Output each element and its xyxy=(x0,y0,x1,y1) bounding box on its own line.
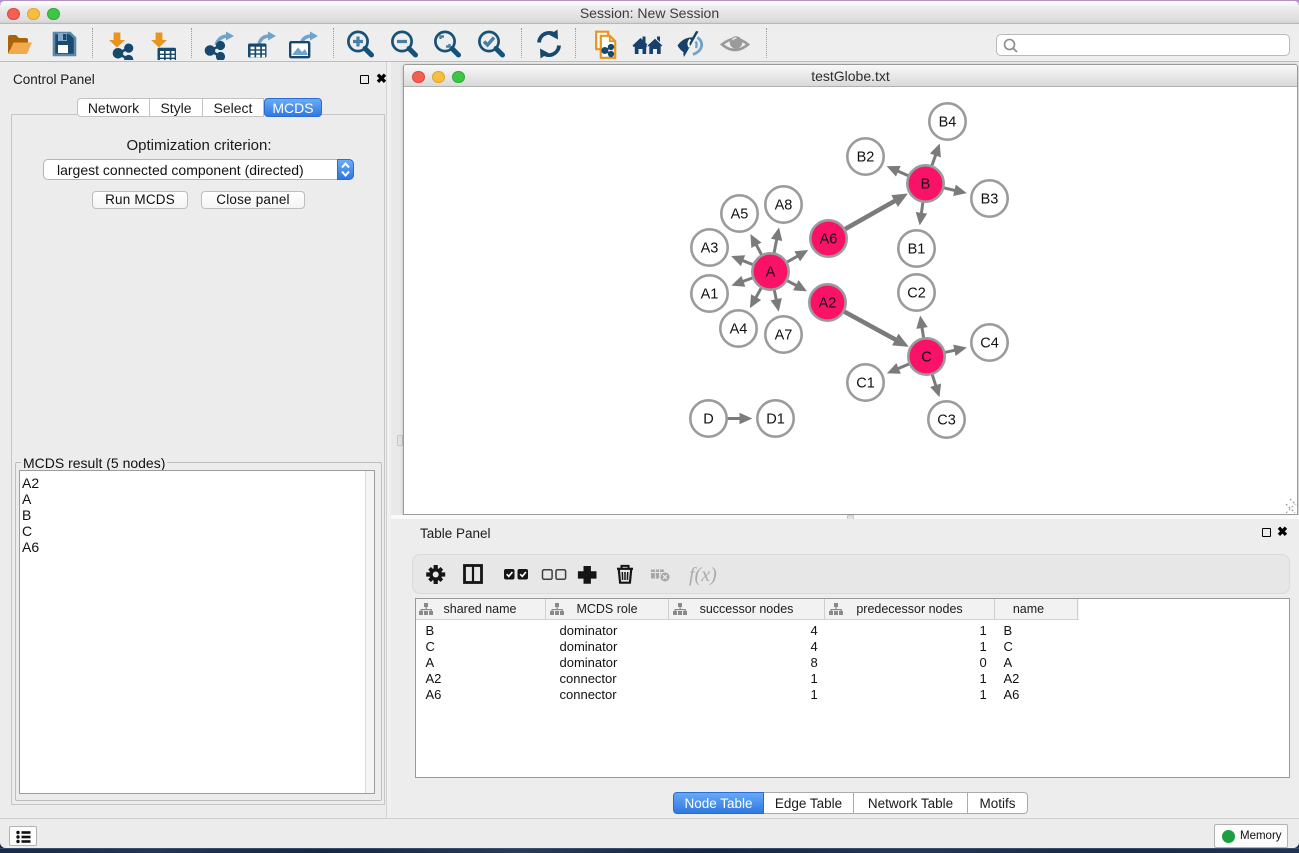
svg-text:B2: B2 xyxy=(857,150,875,166)
svg-text:D1: D1 xyxy=(766,412,785,428)
svg-text:C4: C4 xyxy=(980,336,999,352)
svg-text:B4: B4 xyxy=(939,115,957,131)
svg-text:A3: A3 xyxy=(701,241,719,257)
svg-text:C: C xyxy=(921,350,931,366)
svg-text:A5: A5 xyxy=(731,207,749,223)
svg-text:A4: A4 xyxy=(730,322,748,338)
svg-text:A8: A8 xyxy=(775,198,793,214)
svg-text:B: B xyxy=(921,177,931,193)
svg-text:A1: A1 xyxy=(701,287,719,303)
svg-text:A7: A7 xyxy=(775,328,793,344)
svg-text:C1: C1 xyxy=(856,376,875,392)
svg-text:B1: B1 xyxy=(908,242,926,258)
svg-text:C3: C3 xyxy=(937,413,956,429)
svg-text:B3: B3 xyxy=(981,192,999,208)
svg-text:C2: C2 xyxy=(907,286,926,302)
svg-text:A6: A6 xyxy=(820,232,838,248)
svg-text:D: D xyxy=(703,412,713,428)
svg-text:A: A xyxy=(766,265,776,281)
svg-text:f(x): f(x) xyxy=(689,564,717,586)
svg-text:A2: A2 xyxy=(819,296,837,312)
